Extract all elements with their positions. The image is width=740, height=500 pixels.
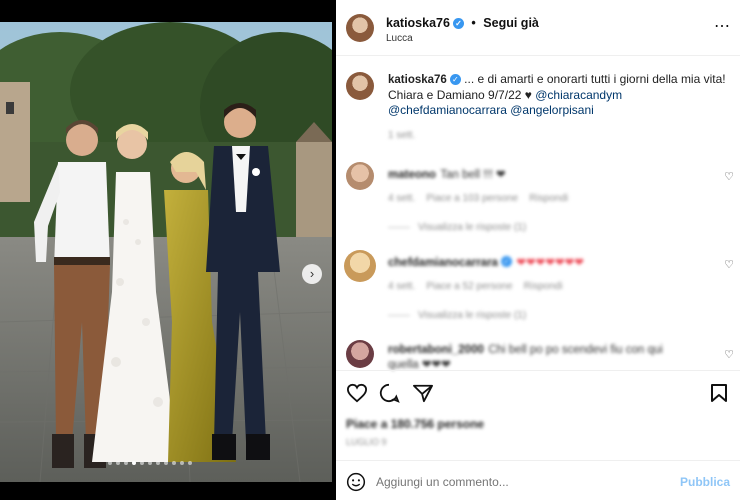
next-photo-chevron-icon[interactable]: › <box>302 264 322 284</box>
carousel-dot <box>164 461 168 465</box>
carousel-indicator <box>108 461 198 469</box>
mention-link[interactable]: @angelorpisani <box>510 103 594 117</box>
follow-status-button[interactable]: Segui già <box>483 16 539 30</box>
carousel-dot <box>180 461 184 465</box>
share-paper-plane-icon[interactable] <box>412 383 434 403</box>
emoji-smiley-icon[interactable] <box>346 472 366 492</box>
publish-button[interactable]: Pubblica <box>680 475 730 489</box>
caption-time: 1 sett. <box>388 130 416 141</box>
reply-button[interactable]: Rispondi <box>524 281 563 292</box>
post-location[interactable]: Lucca <box>386 33 413 44</box>
mention-link[interactable]: @chefdamianocarrara <box>388 103 507 117</box>
caption-username[interactable]: katioska76 <box>388 74 447 86</box>
verified-badge-icon: ✓ <box>452 18 464 30</box>
comment-username[interactable]: robertaboni_2000 <box>388 344 484 356</box>
comment-username[interactable]: chefdamianocarrara <box>388 257 498 269</box>
like-comment-heart-icon[interactable]: ♡ <box>724 170 734 183</box>
post-photo[interactable]: › <box>0 22 332 482</box>
commenter-avatar[interactable] <box>346 340 374 368</box>
instagram-post-window: › katioska76 ✓ • Segui già Lucca ⋯ katios… <box>0 0 740 500</box>
mention-link[interactable]: @chiaracandym <box>535 88 622 102</box>
verified-badge-icon: ✓ <box>449 74 461 86</box>
view-replies-link[interactable]: Visualizza le risposte (1) <box>388 222 526 233</box>
carousel-dot <box>156 461 160 465</box>
like-comment-heart-icon[interactable]: ♡ <box>724 348 734 361</box>
comment-meta: 4 sett. Piace a 103 persone Rispondi <box>388 193 568 204</box>
reply-button[interactable]: Rispondi <box>529 193 568 204</box>
comment-meta: 4 sett. Piace a 52 persone Rispondi <box>388 281 563 292</box>
comment-time: 4 sett. <box>388 193 416 204</box>
post-date: LUGLIO 9 <box>346 437 387 447</box>
like-comment-heart-icon[interactable]: ♡ <box>724 258 734 271</box>
carousel-dot <box>172 461 176 465</box>
post-actions-bar: Piace a 180.756 persone LUGLIO 9 <box>336 370 740 460</box>
likes-count[interactable]: Piace a 180.756 persone <box>346 417 484 431</box>
header-username[interactable]: katioska76 <box>386 16 450 30</box>
author-avatar[interactable] <box>346 14 374 42</box>
add-comment-bar: Pubblica <box>336 460 740 500</box>
carousel-dot <box>116 461 120 465</box>
like-heart-icon[interactable] <box>346 383 368 403</box>
comment-bubble-icon[interactable] <box>378 383 400 403</box>
comment-username[interactable]: mateono <box>388 169 436 181</box>
comment-likes[interactable]: Piace a 103 persone <box>426 193 518 204</box>
commenter-avatar[interactable] <box>346 162 374 190</box>
carousel-dot <box>140 461 144 465</box>
comment-item: robertaboni_2000 Chi bell po po scendevi… <box>388 342 688 372</box>
view-replies-label: Visualizza le risposte (1) <box>418 310 527 321</box>
post-header: katioska76 ✓ • Segui già Lucca ⋯ <box>336 0 740 56</box>
comment-item: mateono Tan bell !!! ❤ <box>388 165 506 183</box>
comment-text: Tan bell !!! ❤ <box>440 169 506 181</box>
commenter-avatar[interactable] <box>344 250 376 282</box>
wedding-photo-illustration <box>0 22 332 482</box>
post-caption: katioska76 ✓ ... e di amarti e onorarti t… <box>388 72 728 118</box>
carousel-dot <box>124 461 128 465</box>
header-user-row: katioska76 ✓ • Segui già <box>386 16 539 30</box>
comment-time: 4 sett. <box>388 281 416 292</box>
carousel-dot <box>132 461 136 465</box>
view-replies-label: Visualizza le risposte (1) <box>418 222 527 233</box>
post-side-panel: katioska76 ✓ • Segui già Lucca ⋯ katioska… <box>336 0 740 500</box>
carousel-dot <box>188 461 192 465</box>
comment-likes[interactable]: Piace a 52 persone <box>426 281 512 292</box>
carousel-dot <box>148 461 152 465</box>
comment-item: chefdamianocarrara ✓ ❤❤❤❤❤❤❤ <box>388 253 584 271</box>
separator-dot: • <box>471 16 476 30</box>
more-options-icon[interactable]: ⋯ <box>714 16 730 36</box>
carousel-dot <box>108 461 112 465</box>
view-replies-link[interactable]: Visualizza le risposte (1) <box>388 310 526 321</box>
comment-input[interactable] <box>376 473 646 491</box>
save-bookmark-icon[interactable] <box>710 383 728 403</box>
caption-avatar[interactable] <box>346 72 374 100</box>
verified-badge-icon: ✓ <box>500 256 512 268</box>
comment-text: ❤❤❤❤❤❤❤ <box>516 257 584 269</box>
